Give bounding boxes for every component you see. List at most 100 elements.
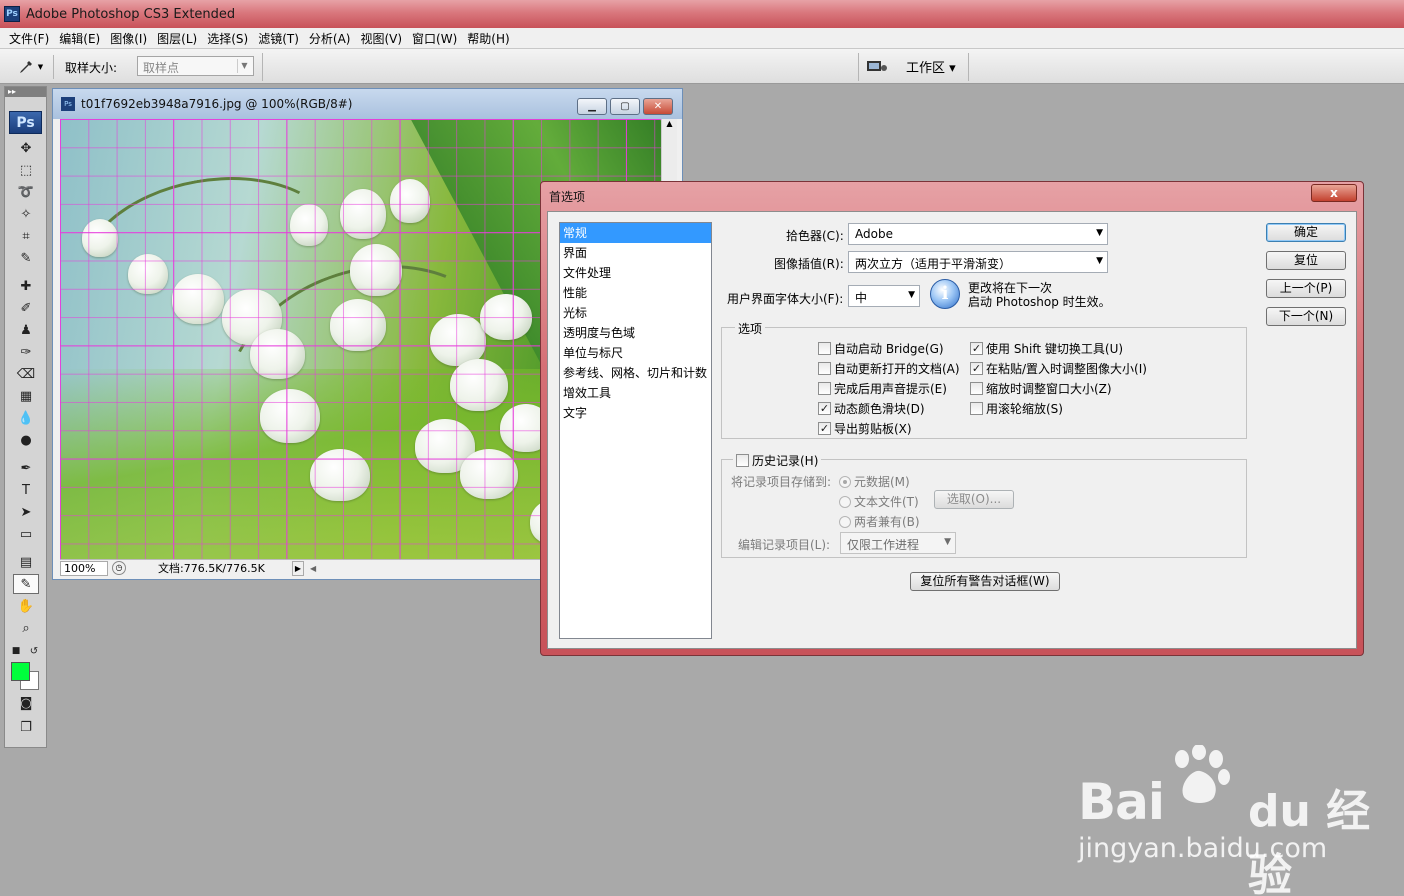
healing-brush-tool-icon[interactable]: ✚ — [13, 276, 39, 296]
shape-tool-icon[interactable]: ▭ — [13, 524, 39, 544]
status-menu-arrow-icon[interactable]: ▶ — [292, 560, 304, 576]
swap-colors-icon[interactable]: ↺ — [27, 641, 41, 661]
category-guides-grid[interactable]: 参考线、网格、切片和计数 — [560, 363, 711, 383]
export-clipboard-checkbox[interactable]: ✓ 导出剪贴板(X) — [818, 420, 912, 437]
eyedropper-tool-icon[interactable]: ✎ — [13, 574, 39, 594]
category-performance[interactable]: 性能 — [560, 283, 711, 303]
text-file-radio[interactable]: 文本文件(T) — [839, 493, 919, 510]
history-brush-tool-icon[interactable]: ✑ — [13, 342, 39, 362]
toolbox-collapse-icon[interactable]: ▸▸ — [5, 87, 46, 97]
reset-button[interactable]: 复位 — [1266, 251, 1346, 270]
minimize-button[interactable]: ▁ — [577, 98, 607, 115]
default-colors-icon[interactable]: ■ — [9, 641, 23, 661]
category-type[interactable]: 文字 — [560, 403, 711, 423]
beep-when-done-checkbox[interactable]: 完成后用声音提示(E) — [818, 380, 947, 397]
marquee-tool-icon[interactable]: ⬚ — [13, 160, 39, 180]
check-icon[interactable]: ✓ — [970, 362, 983, 375]
maximize-button[interactable]: ▢ — [610, 98, 640, 115]
edit-log-items-select[interactable]: 仅限工作进程 ▼ — [840, 532, 956, 554]
choose-file-button[interactable]: 选取(O)... — [934, 490, 1014, 509]
menu-image[interactable]: 图像(I) — [105, 30, 152, 47]
color-picker-select[interactable]: Adobe ▼ — [848, 223, 1108, 245]
radio-dot[interactable] — [839, 495, 851, 508]
check-icon[interactable]: ✓ — [818, 422, 831, 435]
menu-edit[interactable]: 编辑(E) — [54, 30, 105, 47]
menu-filter[interactable]: 滤镜(T) — [253, 30, 304, 47]
checkbox-box[interactable] — [736, 454, 749, 467]
dynamic-color-sliders-checkbox[interactable]: ✓ 动态颜色滑块(D) — [818, 400, 925, 417]
auto-update-documents-checkbox[interactable]: 自动更新打开的文档(A) — [818, 360, 960, 377]
brush-tool-icon[interactable]: ✐ — [13, 298, 39, 318]
blur-tool-icon[interactable]: 💧 — [13, 408, 39, 428]
menu-file[interactable]: 文件(F) — [4, 30, 54, 47]
menu-view[interactable]: 视图(V) — [355, 30, 407, 47]
previous-button[interactable]: 上一个(P) — [1266, 279, 1346, 298]
auto-launch-bridge-checkbox[interactable]: 自动启动 Bridge(G) — [818, 340, 944, 357]
zoom-with-scroll-wheel-checkbox[interactable]: 用滚轮缩放(S) — [970, 400, 1063, 417]
notes-tool-icon[interactable]: ▤ — [13, 552, 39, 572]
category-plugins[interactable]: 增效工具 — [560, 383, 711, 403]
category-file-handling[interactable]: 文件处理 — [560, 263, 711, 283]
go-to-bridge-button[interactable] — [864, 57, 890, 75]
magic-wand-tool-icon[interactable]: ✧ — [13, 204, 39, 224]
checkbox-box[interactable] — [818, 362, 831, 375]
menu-analysis[interactable]: 分析(A) — [304, 30, 356, 47]
category-units-rulers[interactable]: 单位与标尺 — [560, 343, 711, 363]
eraser-tool-icon[interactable]: ⌫ — [13, 364, 39, 384]
zoom-icon[interactable]: ◷ — [112, 561, 126, 575]
menu-window[interactable]: 窗口(W) — [407, 30, 462, 47]
screen-mode-icon[interactable]: ❐ — [13, 717, 39, 737]
ui-font-size-select[interactable]: 中 ▼ — [848, 285, 920, 307]
checkbox-box[interactable] — [970, 382, 983, 395]
dialog-close-button[interactable]: x — [1311, 184, 1357, 202]
menu-layer[interactable]: 图层(L) — [152, 30, 202, 47]
zoom-level-field[interactable]: 100% — [60, 560, 108, 576]
checkbox-box[interactable] — [818, 342, 831, 355]
next-button[interactable]: 下一个(N) — [1266, 307, 1346, 326]
ui-font-size-value: 中 — [855, 291, 868, 305]
menu-select[interactable]: 选择(S) — [202, 30, 253, 47]
history-log-checkbox[interactable]: 历史记录(H) — [733, 452, 822, 469]
category-cursors[interactable]: 光标 — [560, 303, 711, 323]
photoshop-logo-icon[interactable]: Ps — [9, 111, 42, 134]
dodge-tool-icon[interactable]: ● — [13, 430, 39, 450]
checkbox-box[interactable] — [818, 382, 831, 395]
check-icon[interactable]: ✓ — [818, 402, 831, 415]
zoom-resizes-windows-checkbox[interactable]: 缩放时调整窗口大小(Z) — [970, 380, 1112, 397]
radio-dot[interactable] — [839, 475, 851, 488]
slice-tool-icon[interactable]: ✎ — [13, 248, 39, 268]
pen-tool-icon[interactable]: ✒ — [13, 458, 39, 478]
radio-dot[interactable] — [839, 515, 851, 528]
zoom-tool-icon[interactable]: ⌕ — [13, 618, 39, 638]
checkbox-box[interactable] — [970, 402, 983, 415]
category-transparency[interactable]: 透明度与色域 — [560, 323, 711, 343]
hand-tool-icon[interactable]: ✋ — [13, 596, 39, 616]
both-radio[interactable]: 两者兼有(B) — [839, 513, 920, 530]
category-general[interactable]: 常规 — [560, 223, 711, 243]
type-tool-icon[interactable]: T — [13, 480, 39, 500]
shift-switch-tools-checkbox[interactable]: ✓ 使用 Shift 键切换工具(U) — [970, 340, 1123, 357]
foreground-color-swatch[interactable] — [11, 662, 30, 681]
move-tool-icon[interactable]: ✥ — [13, 138, 39, 158]
gradient-tool-icon[interactable]: ▦ — [13, 386, 39, 406]
resize-on-paste-checkbox[interactable]: ✓ 在粘贴/置入时调整图像大小(I) — [970, 360, 1147, 377]
category-interface[interactable]: 界面 — [560, 243, 711, 263]
lasso-tool-icon[interactable]: ➰ — [13, 182, 39, 202]
menu-help[interactable]: 帮助(H) — [462, 30, 514, 47]
close-button[interactable]: ✕ — [643, 98, 673, 115]
crop-tool-icon[interactable]: ⌗ — [13, 226, 39, 246]
path-selection-tool-icon[interactable]: ➤ — [13, 502, 39, 522]
check-icon[interactable]: ✓ — [970, 342, 983, 355]
sample-size-label: 取样大小: — [65, 61, 118, 75]
workspace-menu-button[interactable]: 工作区 ▾ — [906, 57, 956, 76]
ok-button[interactable]: 确定 — [1266, 223, 1346, 242]
tool-preset-picker[interactable]: ▼ — [8, 55, 54, 79]
separator — [968, 53, 969, 81]
sample-size-select[interactable]: 取样点 ▼ — [137, 56, 254, 76]
clone-stamp-tool-icon[interactable]: ♟ — [13, 320, 39, 340]
reset-all-warnings-button[interactable]: 复位所有警告对话框(W) — [910, 572, 1060, 591]
quick-mask-icon[interactable]: ◙ — [13, 693, 39, 713]
interpolation-select[interactable]: 两次立方（适用于平滑渐变） ▼ — [848, 251, 1108, 273]
metadata-radio[interactable]: 元数据(M) — [839, 473, 910, 490]
scroll-left-icon[interactable]: ◀ — [310, 564, 316, 573]
